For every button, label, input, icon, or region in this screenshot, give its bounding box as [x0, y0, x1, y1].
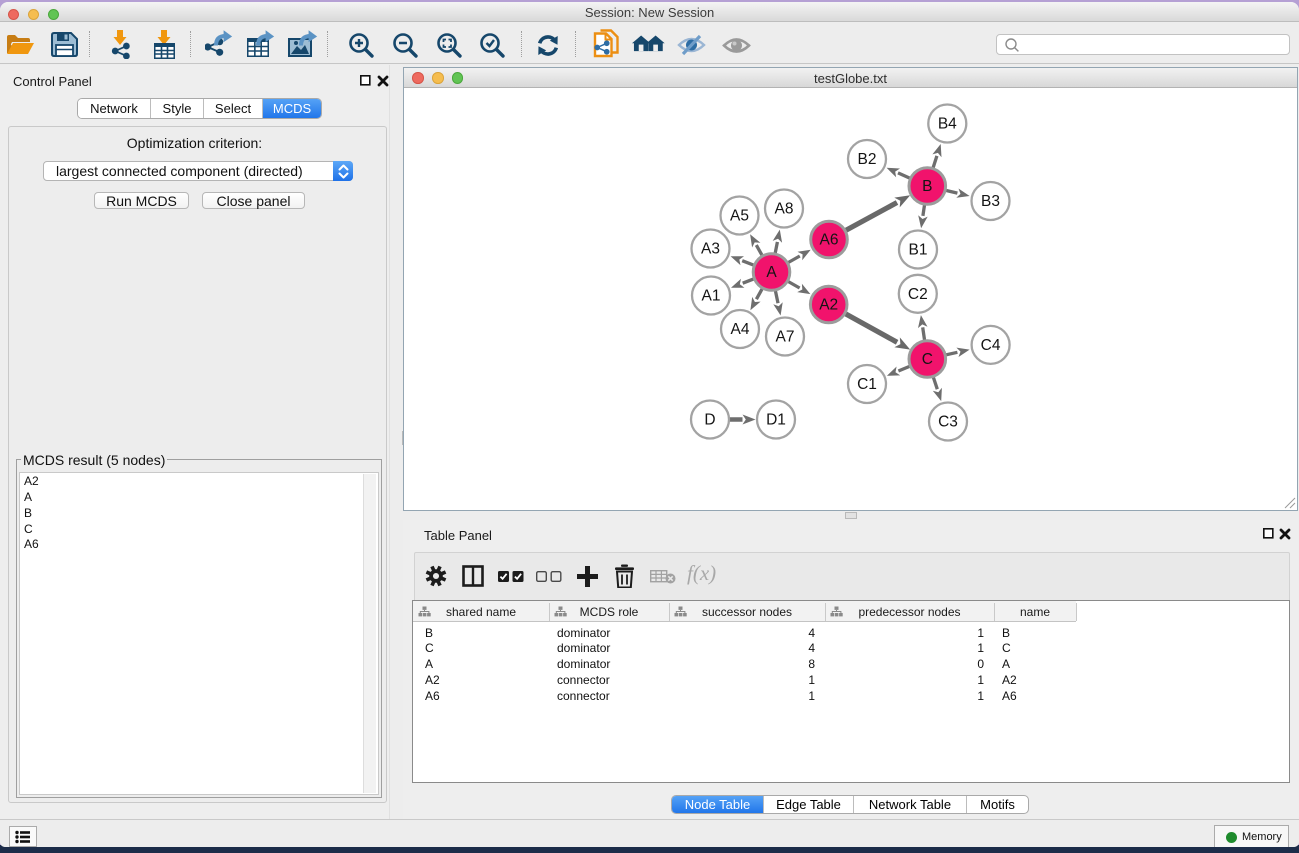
svg-text:A1: A1: [702, 288, 721, 305]
svg-text:A2: A2: [819, 297, 838, 314]
svg-text:A8: A8: [775, 201, 794, 218]
svg-text:A3: A3: [701, 241, 720, 258]
svg-text:A: A: [766, 264, 777, 281]
svg-text:D1: D1: [766, 412, 786, 429]
svg-text:B: B: [922, 178, 932, 195]
svg-text:C4: C4: [981, 337, 1001, 354]
svg-text:C1: C1: [857, 376, 877, 393]
svg-text:C: C: [922, 351, 933, 368]
svg-text:B4: B4: [938, 116, 957, 133]
svg-text:B1: B1: [909, 242, 928, 259]
svg-text:B3: B3: [981, 193, 1000, 210]
svg-text:D: D: [704, 412, 715, 429]
svg-text:B2: B2: [858, 151, 877, 168]
svg-text:C3: C3: [938, 414, 958, 431]
svg-text:A7: A7: [776, 329, 795, 346]
svg-text:A4: A4: [731, 321, 750, 338]
svg-text:A6: A6: [820, 232, 839, 249]
svg-text:A5: A5: [730, 208, 749, 225]
svg-text:C2: C2: [908, 286, 928, 303]
